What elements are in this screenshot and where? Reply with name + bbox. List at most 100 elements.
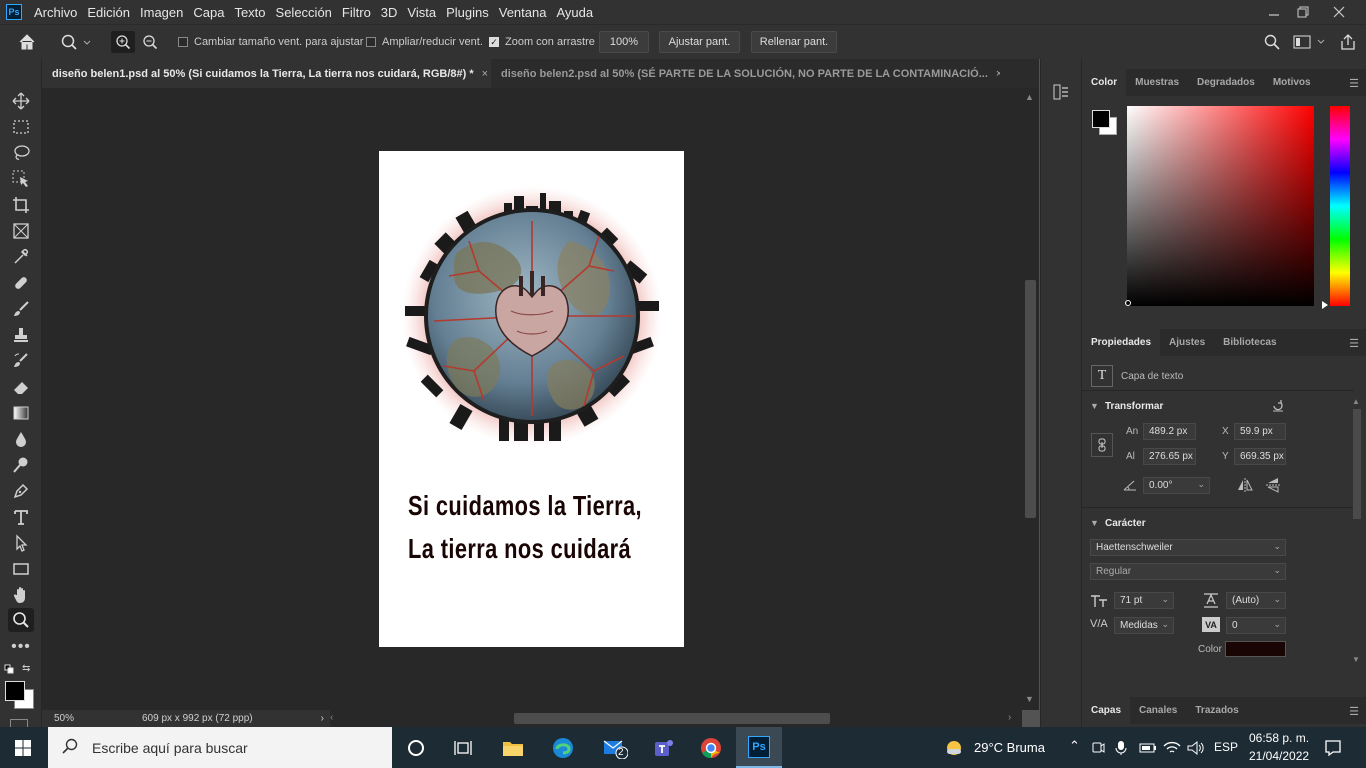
scroll-down-icon[interactable]: ▼ [1352, 655, 1360, 664]
document-canvas[interactable]: Si cuidamos la Tierra, La tierra nos cui… [379, 151, 684, 647]
tab-color[interactable]: Color [1082, 69, 1127, 96]
microphone-icon[interactable] [1115, 740, 1127, 759]
close-tab-icon[interactable]: × [996, 68, 1000, 80]
zoom-all-windows-checkbox[interactable]: Ampliar/reducir vent. [366, 36, 483, 48]
quick-mask-icon[interactable] [10, 719, 28, 727]
move-tool-icon[interactable] [8, 89, 34, 113]
chevron-down-icon[interactable]: ⌄ [1161, 619, 1169, 630]
menu-seleccion[interactable]: Selección [276, 5, 332, 20]
close-window-icon[interactable] [1322, 0, 1356, 24]
volume-icon[interactable] [1187, 740, 1205, 759]
canvas-text-line-1[interactable]: Si cuidamos la Tierra, [408, 484, 642, 527]
vertical-scrollbar[interactable]: ▲ ▼ [1022, 88, 1039, 710]
horizontal-scrollbar[interactable]: ‹ › [330, 710, 1022, 727]
rectangle-tool-icon[interactable] [8, 557, 34, 581]
object-selection-tool-icon[interactable] [8, 167, 34, 191]
status-menu-icon[interactable]: › [321, 713, 324, 724]
chevron-down-icon[interactable]: ▼ [1090, 401, 1099, 411]
angle-field[interactable]: 0.00° ⌄ [1143, 477, 1210, 494]
eraser-tool-icon[interactable] [8, 375, 34, 399]
mail-icon[interactable]: 2 [592, 727, 638, 768]
weather-icon[interactable] [944, 738, 964, 761]
lasso-tool-icon[interactable] [8, 141, 34, 165]
gradient-tool-icon[interactable] [8, 401, 34, 425]
vertical-scroll-thumb[interactable] [1025, 280, 1036, 518]
chevron-down-icon[interactable]: ⌄ [1273, 565, 1281, 576]
hue-slider-handle[interactable] [1322, 301, 1328, 309]
scroll-left-icon[interactable]: ‹ [330, 712, 333, 723]
chevron-down-icon[interactable]: ⌄ [1161, 594, 1169, 605]
fill-screen-button[interactable]: Rellenar pant. [751, 31, 837, 53]
tab-capas[interactable]: Capas [1082, 697, 1131, 724]
properties-scrollbar[interactable]: ▲ ▼ [1352, 397, 1362, 667]
zoom-out-icon[interactable] [142, 34, 158, 53]
clock-time[interactable]: 06:58 p. m. [1249, 731, 1309, 745]
pen-tool-icon[interactable] [8, 479, 34, 503]
zoom-level-field[interactable]: 50% [54, 713, 94, 724]
checkbox-box[interactable] [366, 37, 376, 47]
chevron-down-icon[interactable]: ⌄ [1273, 541, 1281, 552]
flip-vertical-icon[interactable] [1266, 477, 1280, 496]
teams-icon[interactable] [640, 727, 686, 768]
history-brush-tool-icon[interactable] [8, 349, 34, 373]
task-view-icon[interactable] [440, 727, 486, 768]
tab-degradados[interactable]: Degradados [1188, 69, 1264, 96]
edge-browser-icon[interactable] [540, 727, 586, 768]
menu-filtro[interactable]: Filtro [342, 5, 371, 20]
eyedropper-tool-icon[interactable] [8, 245, 34, 269]
path-selection-tool-icon[interactable] [8, 531, 34, 555]
history-panel-icon[interactable] [1052, 83, 1070, 104]
brush-tool-icon[interactable] [8, 297, 34, 321]
chevron-up-icon[interactable]: ⌃ [1069, 738, 1080, 754]
foreground-color-swatch[interactable] [5, 681, 25, 701]
menu-capa[interactable]: Capa [193, 5, 224, 20]
scroll-up-icon[interactable]: ▲ [1025, 92, 1034, 102]
reset-transform-icon[interactable] [1271, 399, 1285, 416]
windows-start-icon[interactable] [0, 727, 46, 768]
link-dimensions-icon[interactable] [1091, 433, 1113, 457]
wifi-icon[interactable] [1163, 740, 1181, 759]
menu-3d[interactable]: 3D [381, 5, 398, 20]
language-indicator[interactable]: ESP [1214, 740, 1238, 754]
file-explorer-icon[interactable] [490, 727, 536, 768]
weather-text[interactable]: 29°C Bruma [974, 740, 1045, 755]
menu-imagen[interactable]: Imagen [140, 5, 183, 20]
home-icon[interactable] [18, 33, 36, 54]
zoom-tool-icon[interactable] [8, 608, 34, 632]
restore-icon[interactable] [1286, 0, 1320, 24]
panel-menu-icon[interactable]: ☰ [1349, 705, 1359, 718]
tab-diseno-belen2[interactable]: diseño belen2.psd al 50% (SÉ PARTE DE LA… [491, 59, 1000, 88]
scroll-down-icon[interactable]: ▼ [1025, 694, 1034, 704]
menu-plugins[interactable]: Plugins [446, 5, 489, 20]
x-field[interactable]: 59.9 px [1234, 423, 1286, 440]
tab-ajustes[interactable]: Ajustes [1160, 329, 1214, 356]
notifications-icon[interactable] [1324, 739, 1342, 760]
type-tool-icon[interactable] [8, 505, 34, 529]
menu-archivo[interactable]: Archivo [34, 5, 77, 20]
height-field[interactable]: 276.65 px [1143, 448, 1196, 465]
checkbox-checked-box[interactable]: ✓ [489, 37, 499, 47]
font-family-dropdown[interactable]: Haettenschweiler ⌄ [1090, 539, 1286, 556]
tab-muestras[interactable]: Muestras [1126, 69, 1188, 96]
checkbox-box[interactable] [178, 37, 188, 47]
cortana-icon[interactable] [393, 727, 439, 768]
clone-stamp-tool-icon[interactable] [8, 323, 34, 347]
battery-icon[interactable] [1139, 741, 1157, 758]
transform-section-title[interactable]: Transformar [1105, 401, 1163, 412]
chrome-icon[interactable] [688, 727, 734, 768]
tab-diseno-belen1[interactable]: diseño belen1.psd al 50% (Si cuidamos la… [42, 59, 491, 88]
zoom-tool-preset-icon[interactable] [60, 33, 92, 54]
leading-dropdown[interactable]: (Auto) ⌄ [1226, 592, 1286, 609]
dodge-tool-icon[interactable] [8, 453, 34, 477]
photoshop-taskbar-icon[interactable]: Ps [736, 727, 782, 768]
font-size-dropdown[interactable]: 71 pt ⌄ [1114, 592, 1174, 609]
marquee-tool-icon[interactable] [8, 115, 34, 139]
taskbar-search-box[interactable]: Escribe aquí para buscar [48, 727, 392, 768]
menu-edicion[interactable]: Edición [87, 5, 130, 20]
font-style-dropdown[interactable]: Regular ⌄ [1090, 563, 1286, 580]
kerning-dropdown[interactable]: Medidas ⌄ [1114, 617, 1174, 634]
tracking-dropdown[interactable]: 0 ⌄ [1226, 617, 1286, 634]
blur-tool-icon[interactable] [8, 427, 34, 451]
tab-bibliotecas[interactable]: Bibliotecas [1214, 329, 1285, 356]
share-icon[interactable] [1339, 33, 1357, 54]
